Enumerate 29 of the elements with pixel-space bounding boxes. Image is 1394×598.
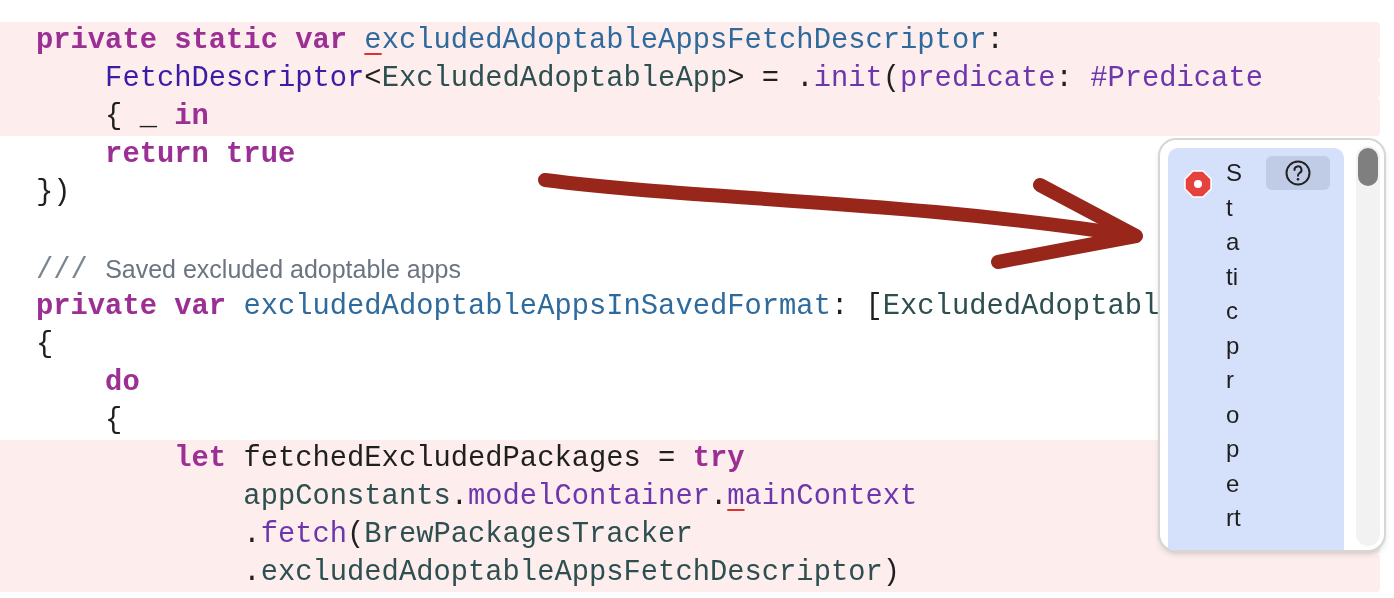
issue-message-text: ti xyxy=(1226,261,1239,292)
code-line: .excludedAdoptableAppsFetchDescriptor) xyxy=(242,555,901,591)
issue-message-text: a xyxy=(1226,227,1241,257)
issue-message-text: e xyxy=(1226,468,1241,499)
code-line: .fetch(BrewPackagesTracker xyxy=(242,517,693,553)
issue-message-text: c xyxy=(1226,296,1239,326)
code-line: FetchDescriptor<ExcludedAdoptableApp> = .init(predicate: #Predicate xyxy=(104,61,1263,97)
help-icon xyxy=(1285,160,1311,186)
code-line: { xyxy=(35,327,54,363)
code-line: let fetchedExcludedPackages = try xyxy=(173,441,745,477)
error-icon xyxy=(1184,170,1212,198)
code-line: return true xyxy=(104,137,296,173)
code-line: private var excludedAdoptableAppsInSavedFormat: [ExcludedAdoptabl xyxy=(35,289,1160,325)
issue-message-text: t xyxy=(1226,192,1234,223)
issue-message-text: p xyxy=(1226,330,1241,361)
scrollbar[interactable] xyxy=(1356,146,1380,546)
issue-message-text: r xyxy=(1226,365,1235,395)
code-line: do xyxy=(104,365,140,401)
issue-message-text: S xyxy=(1226,158,1243,188)
code-line: { _ in xyxy=(104,99,209,135)
code-line: private static var excludedAdoptableAppsFetchDescriptor: xyxy=(35,23,1004,59)
issue-message-text: o xyxy=(1226,399,1241,430)
code-line: }) xyxy=(35,175,71,211)
code-line: { xyxy=(104,403,123,439)
help-button[interactable] xyxy=(1266,156,1330,190)
issue-message-text: p xyxy=(1226,434,1241,464)
issue-message-text: rt xyxy=(1226,503,1242,533)
code-line: appConstants.modelContainer.mainContext xyxy=(242,479,918,515)
code-line: /// Saved excluded adoptable apps xyxy=(35,253,461,289)
